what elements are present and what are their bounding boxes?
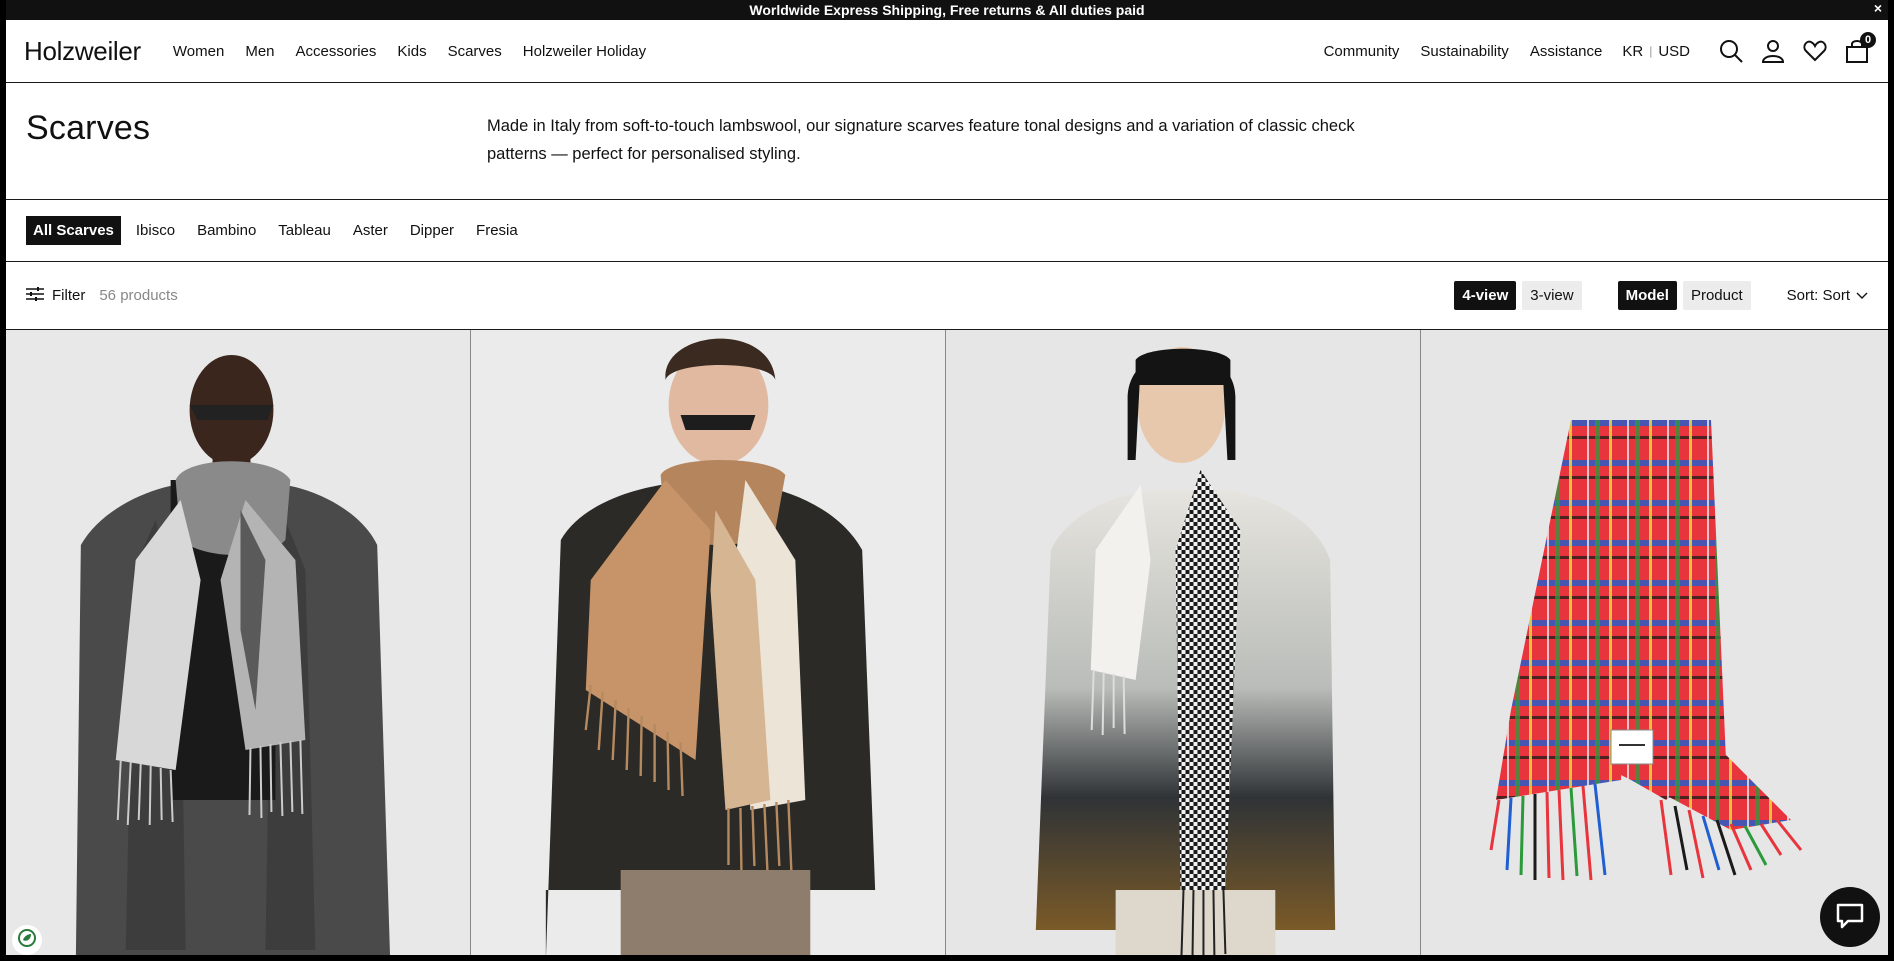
heart-icon[interactable] xyxy=(1802,38,1828,64)
subcategory-all-scarves[interactable]: All Scarves xyxy=(26,216,121,245)
account-icon[interactable] xyxy=(1760,38,1786,64)
sort-label: Sort: Sort xyxy=(1786,287,1850,304)
locale-selector[interactable]: KR | USD xyxy=(1622,43,1690,60)
bag-icon[interactable]: 0 xyxy=(1844,32,1876,64)
product-grid xyxy=(6,330,1888,955)
product-view-button[interactable]: Product xyxy=(1682,281,1751,310)
subcategory-bar: All Scarves Ibisco Bambino Tableau Aster… xyxy=(6,200,1888,262)
filter-button[interactable]: Filter xyxy=(26,286,85,306)
subcategory-aster[interactable]: Aster xyxy=(346,216,395,245)
header-icons: 0 xyxy=(1718,32,1876,64)
main-nav: Women Men Accessories Kids Scarves Holzw… xyxy=(173,43,646,60)
view-4-button[interactable]: 4-view xyxy=(1454,281,1517,310)
subcategory-fresia[interactable]: Fresia xyxy=(469,216,525,245)
toolbar-right: 4-view 3-view Model Product Sort: Sort xyxy=(1448,281,1868,310)
cart-count-badge: 0 xyxy=(1860,32,1876,48)
accessibility-badge[interactable] xyxy=(12,925,42,955)
subcategory-ibisco[interactable]: Ibisco xyxy=(129,216,182,245)
model-view-button[interactable]: Model xyxy=(1617,281,1677,310)
page-title: Scarves xyxy=(26,109,151,147)
chevron-down-icon xyxy=(1856,287,1868,304)
filter-label: Filter xyxy=(52,287,86,304)
nav-item-sustainability[interactable]: Sustainability xyxy=(1420,43,1508,60)
subcategory-dipper[interactable]: Dipper xyxy=(403,216,461,245)
nav-item-community[interactable]: Community xyxy=(1324,43,1400,60)
currency-label: USD xyxy=(1658,42,1690,60)
product-image xyxy=(946,330,1420,955)
nav-item-assistance[interactable]: Assistance xyxy=(1530,43,1603,60)
product-card[interactable] xyxy=(1421,330,1888,955)
chat-button[interactable] xyxy=(1820,887,1880,947)
product-image xyxy=(6,330,470,955)
product-image xyxy=(1421,330,1888,955)
nav-item-men[interactable]: Men xyxy=(245,43,274,60)
nav-item-scarves[interactable]: Scarves xyxy=(448,43,502,60)
category-hero: Scarves Made in Italy from soft-to-touch… xyxy=(6,83,1888,200)
leaf-icon xyxy=(17,928,37,953)
nav-item-women[interactable]: Women xyxy=(173,43,224,60)
product-card[interactable] xyxy=(6,330,471,955)
listing-toolbar: Filter 56 products 4-view 3-view Model P… xyxy=(6,262,1888,330)
nav-item-kids[interactable]: Kids xyxy=(397,43,426,60)
product-image xyxy=(471,330,945,955)
category-description: Made in Italy from soft-to-touch lambswo… xyxy=(487,117,1355,163)
subcategory-bambino[interactable]: Bambino xyxy=(190,216,263,245)
product-card[interactable] xyxy=(471,330,946,955)
locale-separator: | xyxy=(1649,44,1653,58)
announcement-bar: Worldwide Express Shipping, Free returns… xyxy=(6,0,1888,20)
search-icon[interactable] xyxy=(1718,38,1744,64)
sort-dropdown[interactable]: Sort: Sort xyxy=(1787,287,1868,304)
site-header: Holzweiler Women Men Accessories Kids Sc… xyxy=(6,20,1888,83)
nav-item-holiday[interactable]: Holzweiler Holiday xyxy=(523,43,646,60)
image-mode-group: Model Product xyxy=(1612,281,1751,310)
subcategory-tableau[interactable]: Tableau xyxy=(271,216,338,245)
chat-icon xyxy=(1834,899,1866,936)
product-card[interactable] xyxy=(946,330,1421,955)
header-right: Community Sustainability Assistance KR |… xyxy=(1324,32,1876,64)
close-icon[interactable]: × xyxy=(1874,0,1882,16)
filter-icon xyxy=(26,286,44,306)
view-3-button[interactable]: 3-view xyxy=(1522,281,1582,310)
logo[interactable]: Holzweiler xyxy=(24,36,141,67)
country-label: KR xyxy=(1622,42,1644,60)
page: Worldwide Express Shipping, Free returns… xyxy=(6,0,1888,955)
utility-nav: Community Sustainability Assistance xyxy=(1324,43,1603,60)
product-count: 56 products xyxy=(99,287,178,304)
nav-item-accessories[interactable]: Accessories xyxy=(296,43,377,60)
announcement-text: Worldwide Express Shipping, Free returns… xyxy=(749,2,1145,18)
